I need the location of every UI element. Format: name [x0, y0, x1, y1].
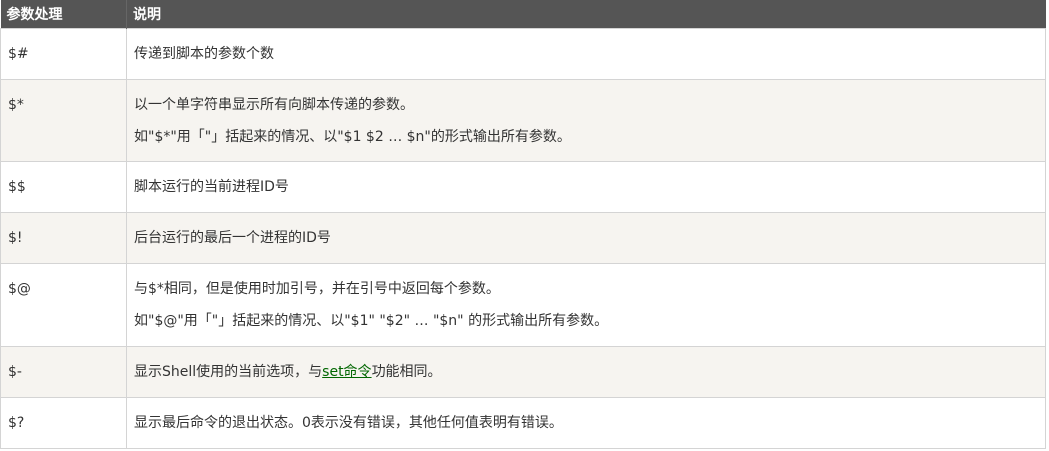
- param-cell: $@: [0, 263, 127, 347]
- param-cell: $$: [0, 161, 127, 213]
- description-text: 显示最后命令的退出状态。0表示没有错误，其他任何值表明有错误。: [134, 415, 563, 431]
- description-text: 以一个单字符串显示所有向脚本传递的参数。: [134, 96, 414, 113]
- description-cell: 与$*相同，但是使用时加引号，并在引号中返回每个参数。 如"$@"用「"」括起来…: [126, 263, 1046, 347]
- description-text-before-link: 显示Shell使用的当前选项，与: [134, 364, 323, 380]
- description-cell: 后台运行的最后一个进程的ID号: [126, 212, 1046, 264]
- description-cell: 传递到脚本的参数个数: [126, 28, 1046, 80]
- table-row: $- 显示Shell使用的当前选项，与set命令功能相同。: [0, 346, 1046, 398]
- param-cell: $*: [0, 79, 127, 162]
- table-row: $$ 脚本运行的当前进程ID号: [0, 161, 1046, 213]
- description-cell: 显示最后命令的退出状态。0表示没有错误，其他任何值表明有错误。: [126, 397, 1046, 449]
- set-command-link[interactable]: set命令: [322, 364, 371, 380]
- param-cell: $#: [0, 28, 127, 80]
- table-row: $? 显示最后命令的退出状态。0表示没有错误，其他任何值表明有错误。: [0, 397, 1046, 449]
- param-cell: $?: [0, 397, 127, 449]
- description-text: 如"$@"用「"」括起来的情况、以"$1" "$2" … "$n" 的形式输出所…: [134, 313, 609, 329]
- param-cell: $-: [0, 346, 127, 398]
- table-header-row: 参数处理 说明: [0, 0, 1046, 29]
- description-text: 后台运行的最后一个进程的ID号: [134, 230, 331, 246]
- table-row: $* 以一个单字符串显示所有向脚本传递的参数。 如"$*"用「"」括起来的情况、…: [0, 79, 1046, 162]
- description-text-after-link: 功能相同。: [371, 364, 442, 380]
- description-text: 与$*相同，但是使用时加引号，并在引号中返回每个参数。: [134, 281, 500, 297]
- description-cell: 显示Shell使用的当前选项，与set命令功能相同。: [126, 346, 1046, 398]
- param-cell: $!: [0, 212, 127, 264]
- description-cell: 以一个单字符串显示所有向脚本传递的参数。 如"$*"用「"」括起来的情况、以"$…: [126, 79, 1046, 162]
- table-row: $# 传递到脚本的参数个数: [0, 28, 1046, 80]
- header-param: 参数处理: [0, 0, 127, 29]
- table-row: $@ 与$*相同，但是使用时加引号，并在引号中返回每个参数。 如"$@"用「"」…: [0, 263, 1046, 347]
- shell-params-table: 参数处理 说明 $# 传递到脚本的参数个数 $* 以一个单字符串显示所有向脚本传…: [0, 0, 1046, 449]
- description-text: 传递到脚本的参数个数: [134, 46, 274, 62]
- table-row: $! 后台运行的最后一个进程的ID号: [0, 212, 1046, 264]
- description-text: 脚本运行的当前进程ID号: [134, 179, 289, 195]
- header-description: 说明: [126, 0, 1046, 29]
- description-text: 如"$*"用「"」括起来的情况、以"$1 $2 … $n"的形式输出所有参数。: [134, 128, 571, 145]
- description-cell: 脚本运行的当前进程ID号: [126, 161, 1046, 213]
